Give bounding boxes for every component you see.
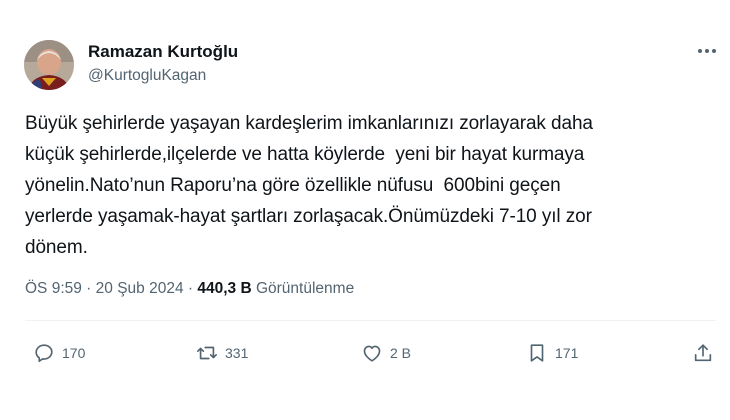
avatar[interactable] [24,40,74,90]
tweet-text-line: yerlerde yaşamak-hayat şartları zorlaşac… [25,206,592,227]
reply-count: 170 [62,345,86,361]
like-button[interactable]: 2 B [361,342,411,364]
tweet: Ramazan Kurtoğlu @KurtogluKagan Büyük şe… [0,0,730,420]
retweet-icon [197,346,217,360]
meta-separator: · [81,280,96,297]
like-count: 2 B [390,345,412,361]
views-label: Görüntülenme [251,280,355,297]
action-bar: 170 331 2 B 171 [0,342,730,368]
share-button[interactable] [692,342,714,364]
author-handle[interactable]: @KurtogluKagan [88,67,206,85]
heart-icon [363,345,381,362]
share-icon [694,344,712,362]
bookmark-icon [530,344,544,362]
tweet-text-line: dönem. [25,237,88,258]
reply-button[interactable]: 170 [33,342,85,364]
bookmark-count: 171 [555,345,579,361]
views-count[interactable]: 440,3 B [197,280,251,298]
meta-separator: · [183,280,198,297]
reply-icon [35,344,53,363]
tweet-time[interactable]: ÖS 9:59 [25,280,82,298]
tweet-text-line: yönelin.Nato’nun Raporu’na göre özellikl… [25,175,561,196]
tweet-text: Büyük şehirlerde yaşayan kardeşlerim imk… [25,108,715,263]
tweet-text-line: Büyük şehirlerde yaşayan kardeşlerim imk… [25,113,593,134]
author-name[interactable]: Ramazan Kurtoğlu [88,42,238,62]
divider [25,320,716,321]
retweet-button[interactable]: 331 [196,342,248,364]
tweet-date[interactable]: 20 Şub 2024 [96,280,184,298]
bookmark-button[interactable]: 171 [526,342,578,364]
more-options-icon[interactable] [695,41,719,61]
tweet-text-line: küçük şehirlerde,ilçelerde ve hatta köyl… [25,144,585,165]
tweet-meta: ÖS 9:59 · 20 Şub 2024 · 440,3 B Görüntül… [25,280,354,298]
retweet-count: 331 [225,345,249,361]
